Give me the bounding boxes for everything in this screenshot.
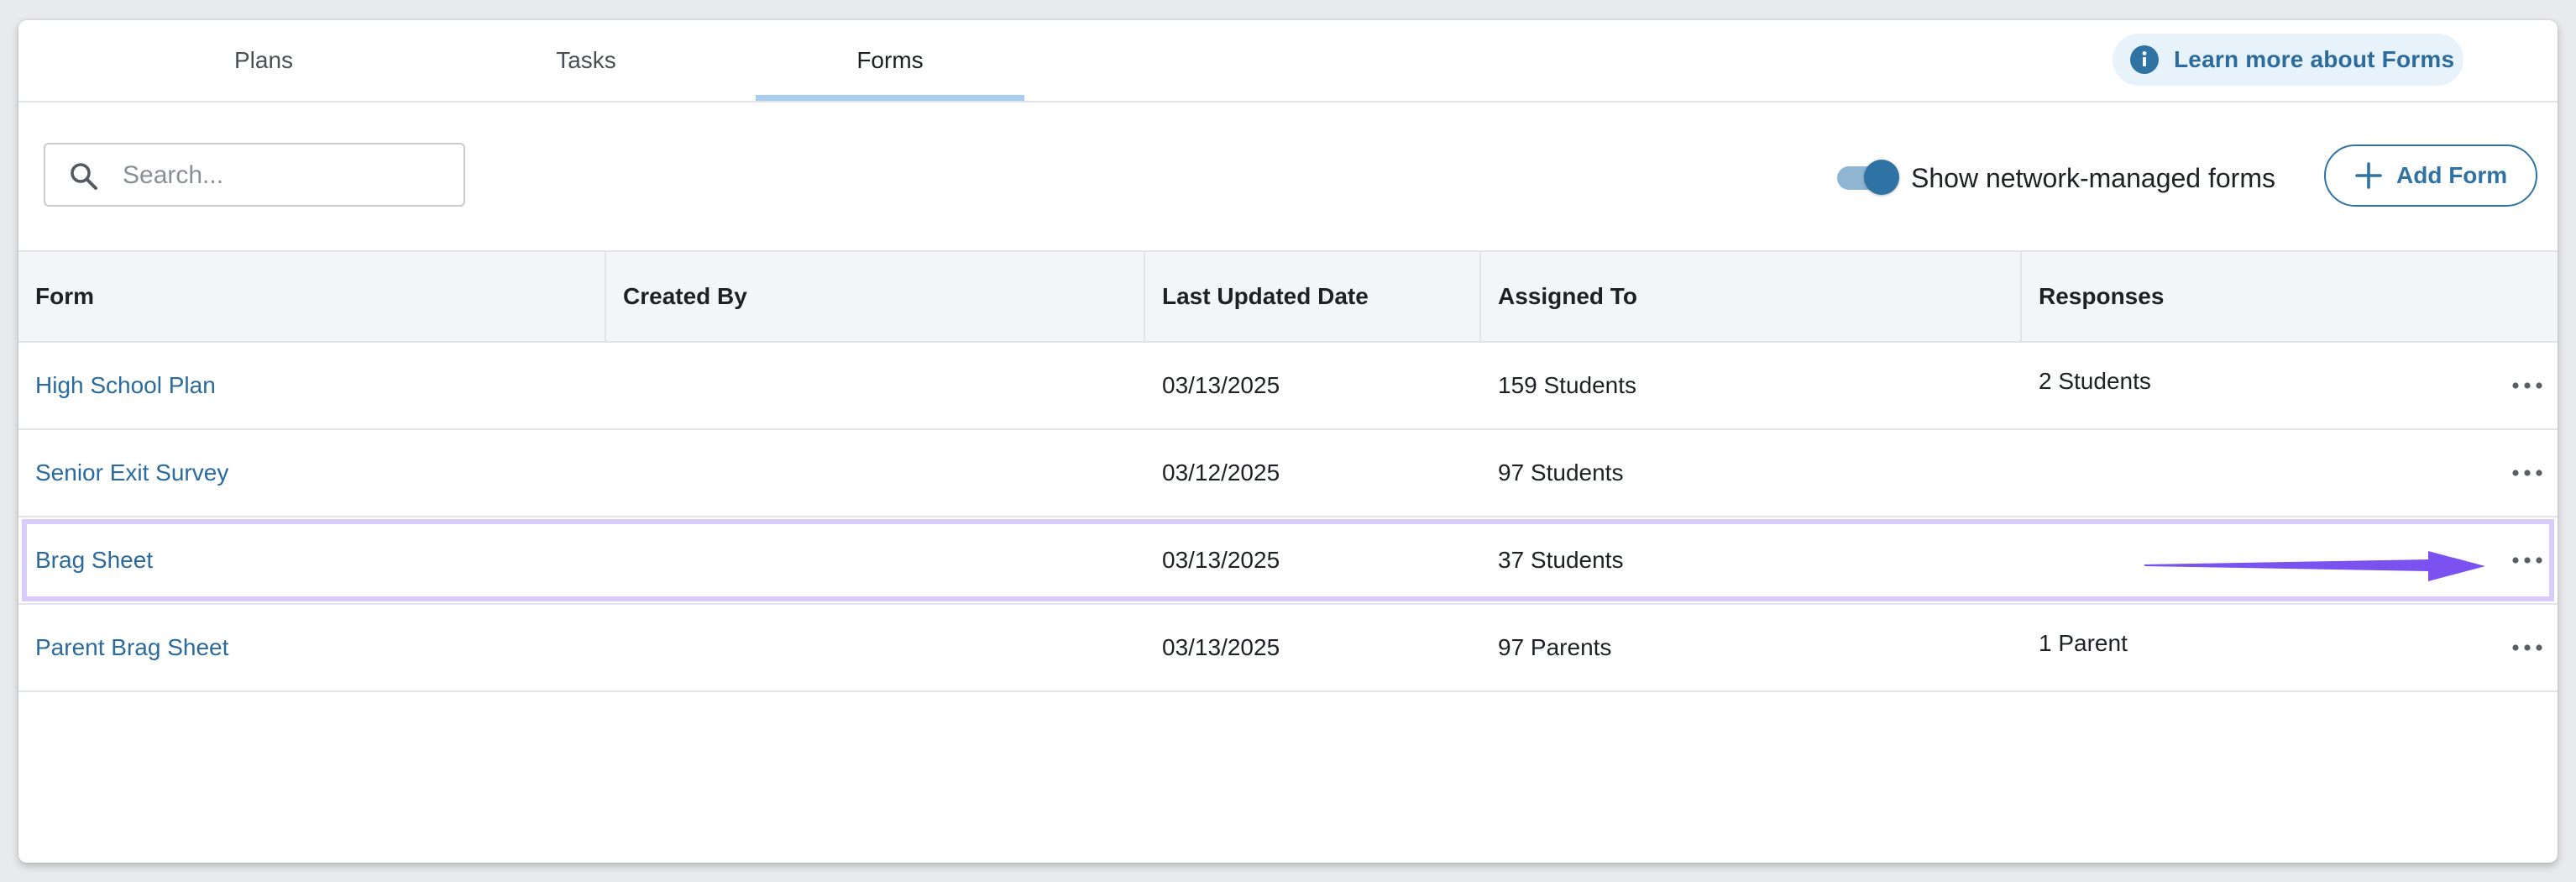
column-header-form[interactable]: Form	[35, 252, 94, 341]
plus-icon	[2355, 162, 2382, 189]
form-link[interactable]: Parent Brag Sheet	[35, 605, 228, 690]
last-updated-cell: 03/13/2025	[1162, 547, 1280, 573]
info-icon	[2130, 45, 2159, 74]
table-header: Form Created By Last Updated Date Assign…	[18, 250, 2558, 343]
column-header-last-updated[interactable]: Last Updated Date	[1162, 252, 1369, 341]
add-form-button[interactable]: Add Form	[2324, 144, 2537, 207]
assigned-to-cell: 37 Students	[1498, 547, 1624, 573]
responses-cell: 2 Students	[2039, 368, 2151, 394]
search-icon	[71, 163, 97, 190]
table-row-highlighted: Brag Sheet 03/13/2025 37 Students	[18, 517, 2558, 605]
column-header-assigned-to[interactable]: Assigned To	[1498, 252, 1637, 341]
table-row: High School Plan 03/13/2025 159 Students…	[18, 343, 2558, 430]
more-options-icon[interactable]	[2509, 464, 2546, 482]
last-updated-cell: 03/13/2025	[1162, 634, 1280, 660]
tab-tasks[interactable]: Tasks	[479, 20, 694, 101]
last-updated-cell: 03/12/2025	[1162, 459, 1280, 486]
more-options-icon[interactable]	[2509, 376, 2546, 395]
column-header-created-by[interactable]: Created By	[623, 252, 747, 341]
add-form-label: Add Form	[2396, 162, 2508, 188]
network-forms-toggle-label: Show network-managed forms	[1911, 163, 2275, 193]
learn-more-forms-button[interactable]: Learn more about Forms	[2113, 34, 2463, 86]
search-input[interactable]	[121, 153, 452, 198]
tab-forms[interactable]: Forms	[756, 20, 1024, 101]
form-link[interactable]: Senior Exit Survey	[35, 430, 228, 516]
learn-more-label: Learn more about Forms	[2174, 46, 2455, 72]
column-header-responses[interactable]: Responses	[2039, 252, 2164, 341]
table-row: Parent Brag Sheet 03/13/2025 97 Parents …	[18, 605, 2558, 692]
form-link[interactable]: High School Plan	[35, 343, 216, 428]
forms-panel: Plans Tasks Forms Learn more about Forms…	[18, 20, 2558, 863]
assigned-to-cell: 159 Students	[1498, 372, 1637, 398]
table-row: Senior Exit Survey 03/12/2025 97 Student…	[18, 430, 2558, 517]
last-updated-cell: 03/13/2025	[1162, 372, 1280, 398]
tab-bar: Plans Tasks Forms Learn more about Forms	[18, 20, 2558, 102]
network-forms-toggle[interactable]	[1834, 160, 1899, 197]
toggle-knob	[1864, 160, 1899, 195]
assigned-to-cell: 97 Students	[1498, 459, 1624, 486]
responses-cell: 1 Parent	[2039, 630, 2128, 656]
tab-plans[interactable]: Plans	[156, 20, 371, 101]
assigned-to-cell: 97 Parents	[1498, 634, 1612, 660]
form-link[interactable]: Brag Sheet	[35, 517, 153, 603]
search-box[interactable]	[44, 143, 465, 207]
more-options-icon[interactable]	[2509, 551, 2546, 570]
annotation-arrow-icon	[2144, 551, 2485, 581]
more-options-icon[interactable]	[2509, 638, 2546, 657]
